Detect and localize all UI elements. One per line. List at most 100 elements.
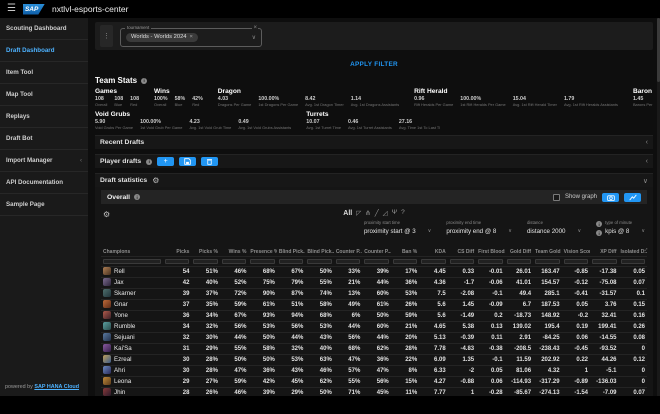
role-jungle-icon[interactable]: ⋔	[365, 209, 370, 217]
delete-draft-button[interactable]	[201, 157, 218, 166]
sidebar-item-replays[interactable]: Replays	[0, 106, 88, 128]
column-filter-input[interactable]	[592, 259, 616, 264]
screenshot-button[interactable]	[602, 193, 619, 202]
column-header-presence[interactable]: Presence %	[248, 248, 276, 257]
sidebar-item-map-tool[interactable]: Map Tool	[0, 84, 88, 106]
column-header-gold-diff[interactable]: Gold Diff	[505, 248, 533, 257]
clear-filter-icon[interactable]: ×	[252, 25, 258, 31]
column-filter-input[interactable]	[336, 259, 360, 264]
show-graph-checkbox[interactable]	[553, 194, 560, 201]
dropdown-caret-icon[interactable]: ∨	[252, 34, 256, 41]
table-row[interactable]: Jhin2826%46%39%29%50%71%45%11%7.771-0.28…	[101, 388, 647, 397]
info-icon[interactable]: i	[134, 194, 140, 200]
select-type-of-minute[interactable]: type of minutekpis @ 8∨	[605, 220, 645, 236]
sap-hana-cloud-link[interactable]: SAP HANA Cloud	[34, 384, 79, 390]
sidebar-item-draft-dashboard[interactable]: Draft Dashboard	[0, 40, 88, 62]
column-filter-input[interactable]	[450, 259, 474, 264]
recent-drafts-section[interactable]: Recent Drafts ‹	[95, 135, 653, 149]
role-unknown-icon[interactable]: ?	[401, 209, 405, 217]
save-draft-button[interactable]	[179, 157, 196, 166]
select-proximity-end-time[interactable]: proximity end timeproximity end @ 8∨	[446, 220, 512, 235]
info-icon[interactable]: i	[596, 221, 602, 227]
column-filter-input[interactable]	[222, 259, 246, 264]
chevron-collapse-icon[interactable]: ‹	[646, 158, 648, 165]
table-row[interactable]: Ezreal3028%50%50%53%63%47%36%22%6.091.35…	[101, 355, 647, 366]
column-header-kda[interactable]: KDA	[419, 248, 447, 257]
column-header-picks[interactable]: Picks	[163, 248, 191, 257]
column-filter-input[interactable]	[103, 259, 161, 264]
sidebar-item-import-manager[interactable]: Import Manager‹	[0, 150, 88, 172]
role-bot-icon[interactable]: ◿	[383, 209, 388, 217]
column-filter-input[interactable]	[507, 259, 531, 264]
tournament-multiselect[interactable]: tournament Worlds - Worlds 2024 × ∨ ×	[120, 28, 262, 47]
column-header-blind-pick[interactable]: Blind Pick...	[277, 248, 305, 257]
column-filter-input[interactable]	[165, 259, 189, 264]
column-header-counter-p[interactable]: Counter P...	[362, 248, 390, 257]
role-support-icon[interactable]: Ψ	[392, 209, 397, 217]
column-header-xp-diff[interactable]: XP Diff	[590, 248, 618, 257]
column-filter-input[interactable]	[393, 259, 417, 264]
tournament-field-label: tournament	[125, 25, 151, 30]
column-header-champions[interactable]: Champions	[101, 248, 163, 257]
sidebar-item-item-tool[interactable]: Item Tool	[0, 62, 88, 84]
filter-drag-handle[interactable]: ⋮	[100, 25, 113, 47]
role-mid-icon[interactable]: ╱	[375, 209, 379, 217]
select-wrap-proximity-start-time: proximity start timeproximity start @ 3∨	[364, 220, 431, 235]
table-row[interactable]: Skarner3937%72%90%87%74%13%60%53%7.5-2.0…	[101, 289, 647, 300]
column-filter-input[interactable]	[279, 259, 303, 264]
table-row[interactable]: Jax4240%52%75%79%55%21%44%36%4.36-1.7-0.…	[101, 278, 647, 289]
table-row[interactable]: Yone3634%67%93%94%68%6%50%59%5.6-1.490.2…	[101, 311, 647, 322]
column-header-picks[interactable]: Picks %	[191, 248, 219, 257]
champion-name: Jax	[114, 279, 124, 286]
hamburger-menu-icon[interactable]: ☰	[7, 4, 16, 14]
column-filter-input[interactable]	[478, 259, 502, 264]
column-header-team-gold-diff[interactable]: Team Gold Diff	[533, 248, 561, 257]
column-filter-input[interactable]	[364, 259, 388, 264]
sidebar-item-scouting-dashboard[interactable]: Scouting Dashboard	[0, 18, 88, 40]
column-filter-input[interactable]	[535, 259, 559, 264]
column-filter-input[interactable]	[193, 259, 217, 264]
info-icon[interactable]: i	[596, 230, 602, 236]
info-icon[interactable]: i	[146, 159, 152, 165]
player-drafts-section[interactable]: Player drafts i + ‹	[95, 154, 653, 168]
export-graph-button[interactable]	[624, 193, 641, 202]
column-header-counter-p[interactable]: Counter P...	[334, 248, 362, 257]
column-header-vision-score-diff[interactable]: Vision Score Diff	[562, 248, 590, 257]
column-filter-input[interactable]	[621, 259, 646, 264]
table-settings-gear-icon[interactable]: ⚙	[103, 211, 110, 219]
column-header-first-bloods-diff[interactable]: First Bloods Diff	[476, 248, 504, 257]
table-row[interactable]: Rell5451%46%68%67%50%33%39%17%4.450.33-0…	[101, 267, 647, 278]
add-draft-button[interactable]: +	[157, 157, 174, 166]
column-header-blind-pick[interactable]: Blind Pick...	[305, 248, 333, 257]
chip-remove-icon[interactable]: ×	[190, 34, 193, 40]
column-header-wins[interactable]: Wins %	[220, 248, 248, 257]
sidebar-item-sample-page[interactable]: Sample Page	[0, 194, 88, 216]
column-filter-input[interactable]	[250, 259, 274, 264]
column-header-ban[interactable]: Ban %	[391, 248, 419, 257]
column-header-cs-diff[interactable]: CS Diff	[448, 248, 476, 257]
table-row[interactable]: Gnar3735%59%61%51%58%49%61%26%5.61.45-0.…	[101, 300, 647, 311]
table-row[interactable]: Ahri3028%47%36%43%46%57%47%8%6.33-20.058…	[101, 366, 647, 377]
table-row[interactable]: Sejuani3230%44%50%44%43%56%44%20%5.13-0.…	[101, 333, 647, 344]
table-row[interactable]: Rumble3432%56%53%56%53%44%60%21%4.655.38…	[101, 322, 647, 333]
table-row[interactable]: Kai'Sa3129%55%58%32%40%68%62%28%7.78-4.8…	[101, 344, 647, 355]
info-icon[interactable]: i	[141, 78, 147, 84]
role-filter-all-label[interactable]: All	[343, 210, 352, 217]
draft-statistics-section[interactable]: Draft statistics ⚙ ∨	[95, 173, 653, 187]
select-proximity-start-time[interactable]: proximity start timeproximity start @ 3∨	[364, 220, 431, 235]
column-filter-input[interactable]	[564, 259, 588, 264]
role-top-icon[interactable]: ◸	[356, 209, 361, 217]
stat-cell: 139.02	[505, 322, 533, 333]
team-stats-row-2: Void Grubs5.90Void Grubs Per Game100.00%…	[95, 111, 653, 130]
apply-filter-button[interactable]: APPLY FILTER	[350, 61, 398, 68]
table-row[interactable]: Leona2927%59%42%45%62%55%56%15%4.27-0.88…	[101, 377, 647, 388]
gear-icon[interactable]: ⚙	[152, 177, 159, 185]
tournament-chip[interactable]: Worlds - Worlds 2024 ×	[126, 33, 198, 42]
column-filter-input[interactable]	[307, 259, 331, 264]
chevron-expanded-icon[interactable]: ∨	[643, 177, 648, 185]
column-filter-input[interactable]	[421, 259, 445, 264]
sidebar-item-api-documentation[interactable]: API Documentation	[0, 172, 88, 194]
select-distance[interactable]: distancedistance 2000∨	[527, 220, 581, 235]
sidebar-item-draft-bot[interactable]: Draft Bot	[0, 128, 88, 150]
chevron-collapse-icon[interactable]: ‹	[646, 139, 648, 146]
